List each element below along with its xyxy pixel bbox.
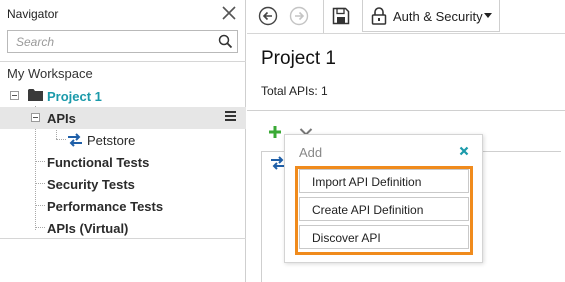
- toolbar-separator: [323, 0, 324, 33]
- save-icon[interactable]: [332, 7, 350, 25]
- create-api-definition-button[interactable]: Create API Definition: [299, 197, 469, 221]
- search-icon[interactable]: [218, 34, 233, 49]
- api-exchange-icon: [68, 133, 82, 147]
- tree-item-security-tests[interactable]: Security Tests: [0, 173, 246, 195]
- navigator-title: Navigator: [7, 7, 59, 21]
- add-popup: Add Import API Definition Create API Def…: [284, 134, 483, 263]
- search-placeholder: Search: [16, 35, 55, 49]
- divider: [0, 238, 246, 239]
- navigator-header: Navigator: [0, 0, 246, 28]
- collapse-toggle[interactable]: [10, 91, 19, 100]
- search-input[interactable]: Search: [7, 30, 238, 53]
- collapse-toggle[interactable]: [31, 113, 40, 122]
- tree-item-performance-tests[interactable]: Performance Tests: [0, 195, 246, 217]
- tree-item-label: Project 1: [47, 89, 102, 104]
- tree-item-label: Security Tests: [47, 177, 135, 192]
- discover-api-button[interactable]: Discover API: [299, 225, 469, 249]
- menu-item-label: Create API Definition: [312, 203, 424, 217]
- lock-icon: [371, 7, 387, 25]
- page-title: Project 1: [261, 48, 336, 69]
- tree-item-label: Functional Tests: [47, 155, 150, 170]
- tree-item-label: APIs: [47, 111, 76, 126]
- tree-item-label: Petstore: [87, 133, 136, 148]
- close-icon[interactable]: [459, 146, 469, 156]
- tree-item-functional-tests[interactable]: Functional Tests: [0, 151, 246, 173]
- divider: [0, 61, 246, 62]
- tree-item-apis[interactable]: APIs: [0, 107, 246, 129]
- menu-icon[interactable]: [225, 111, 237, 123]
- back-arrow-icon[interactable]: [258, 6, 278, 26]
- tree-item-project[interactable]: Project 1: [0, 85, 246, 107]
- workspace-label: My Workspace: [7, 66, 93, 81]
- folder-icon: [28, 89, 43, 101]
- tree-item-petstore[interactable]: Petstore: [0, 129, 246, 151]
- divider: [247, 110, 565, 111]
- tree-item-label: Performance Tests: [47, 199, 164, 214]
- menu-item-label: Discover API: [312, 231, 381, 245]
- add-icon[interactable]: [268, 125, 282, 139]
- forward-arrow-icon[interactable]: [289, 6, 309, 26]
- import-api-definition-button[interactable]: Import API Definition: [299, 169, 469, 193]
- navigator-panel: Navigator Search My Workspace Project 1 …: [0, 0, 246, 282]
- toolbar: Auth & Security: [247, 0, 565, 33]
- close-icon[interactable]: [221, 5, 237, 21]
- tree-item-label: APIs (Virtual): [47, 221, 129, 236]
- auth-security-dropdown[interactable]: Auth & Security: [362, 0, 500, 32]
- tree-item-apis-virtual[interactable]: APIs (Virtual): [0, 217, 246, 239]
- popup-title: Add: [299, 145, 323, 160]
- total-apis-label: Total APIs: 1: [261, 84, 328, 98]
- menu-item-label: Import API Definition: [312, 175, 422, 189]
- chevron-down-icon: [484, 13, 492, 18]
- auth-security-label: Auth & Security: [393, 9, 483, 24]
